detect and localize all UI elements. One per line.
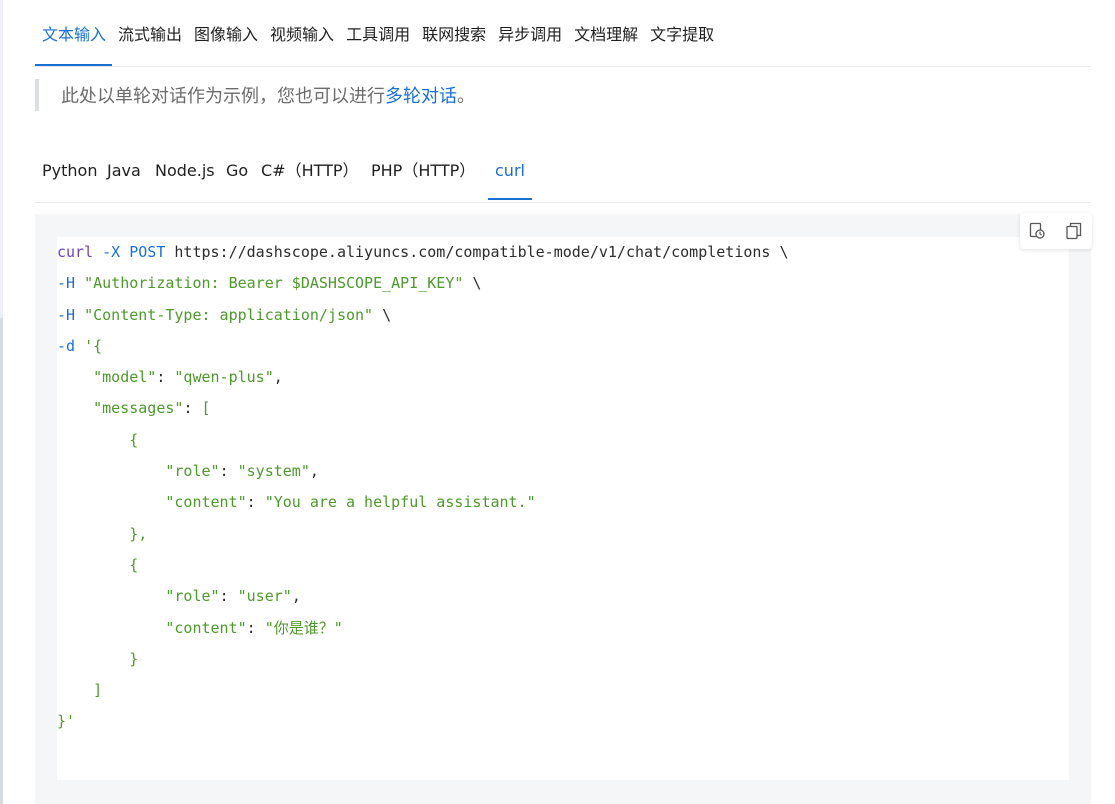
tab-document-understanding[interactable]: 文档理解 bbox=[568, 0, 644, 66]
code-token: '{ bbox=[84, 336, 103, 355]
tab-tool-calling[interactable]: 工具调用 bbox=[340, 0, 416, 66]
code-token: }' bbox=[57, 712, 76, 731]
code-token: POST bbox=[129, 243, 166, 261]
docs-page: 文本输入 流式输出 图像输入 视频输入 工具调用 联网搜索 异步调用 文档理解 … bbox=[0, 0, 1115, 804]
tab-php-http[interactable]: PHP（HTTP） bbox=[371, 148, 475, 200]
copy-button[interactable] bbox=[1064, 221, 1084, 241]
tab-web-search[interactable]: 联网搜索 bbox=[416, 0, 492, 66]
code-toolbar bbox=[1020, 213, 1092, 249]
code-token: , bbox=[309, 462, 319, 481]
code-token: -H bbox=[57, 274, 76, 293]
code-token: "role" bbox=[165, 587, 220, 606]
code-token: \ bbox=[463, 274, 482, 293]
code-token: "Content-Type: application/json" bbox=[84, 305, 374, 324]
info-note-text: 此处以单轮对话作为示例，您也可以进行 bbox=[61, 86, 385, 107]
code-token: "messages" bbox=[93, 399, 184, 418]
tab-go[interactable]: Go bbox=[226, 148, 248, 200]
info-note-suffix: 。 bbox=[457, 86, 475, 107]
code-token: "system" bbox=[237, 462, 310, 481]
code-token: : bbox=[219, 587, 238, 606]
code-token: \ bbox=[373, 305, 392, 324]
tab-text-input[interactable]: 文本输入 bbox=[35, 0, 113, 66]
code-token: : bbox=[246, 493, 265, 512]
code-token: : bbox=[156, 368, 175, 387]
code-token: }, bbox=[129, 524, 148, 543]
tab-csharp-http[interactable]: C#（HTTP） bbox=[261, 148, 359, 200]
code-token: "You are a helpful assistant." bbox=[264, 493, 536, 512]
tab-streaming-output[interactable]: 流式输出 bbox=[112, 0, 188, 66]
scroll-rail-thumb[interactable] bbox=[0, 318, 3, 804]
tab-nodejs[interactable]: Node.js bbox=[155, 148, 215, 200]
code-token: "model" bbox=[93, 368, 157, 387]
code-token: : bbox=[246, 618, 265, 637]
code-token: "content" bbox=[165, 493, 247, 512]
copy-code-button[interactable] bbox=[1028, 221, 1048, 241]
info-note: 此处以单轮对话作为示例，您也可以进行 多轮对话。 bbox=[35, 79, 475, 111]
tab-video-input[interactable]: 视频输入 bbox=[264, 0, 340, 66]
code-block-container: curl -X POST https://dashscope.aliyuncs.… bbox=[35, 214, 1091, 804]
code-token: { bbox=[129, 555, 139, 574]
code-token: ] bbox=[93, 681, 103, 700]
code-token: : bbox=[219, 462, 238, 481]
tab-async-call[interactable]: 异步调用 bbox=[492, 0, 568, 66]
feature-tab-bar: 文本输入 流式输出 图像输入 视频输入 工具调用 联网搜索 异步调用 文档理解 … bbox=[35, 0, 1091, 67]
code-token: curl bbox=[57, 243, 94, 261]
code-token: -H bbox=[57, 305, 76, 324]
code-token: -d bbox=[57, 336, 76, 355]
code-token: , bbox=[273, 368, 283, 387]
left-scroll-rail bbox=[0, 0, 3, 804]
tab-curl[interactable]: curl bbox=[488, 148, 532, 200]
code-token: "content" bbox=[165, 618, 247, 637]
multi-turn-link[interactable]: 多轮对话 bbox=[385, 82, 457, 108]
code-token: "你是谁？" bbox=[264, 618, 343, 637]
code-token: : bbox=[183, 399, 202, 418]
tab-java[interactable]: Java bbox=[107, 148, 141, 200]
code-token: "Authorization: Bearer $DASHSCOPE_API_KE… bbox=[84, 274, 464, 293]
code-token: } bbox=[129, 649, 139, 668]
code-content[interactable]: curl -X POST https://dashscope.aliyuncs.… bbox=[57, 237, 789, 738]
copy-code-icon bbox=[1029, 222, 1045, 239]
code-token: -X bbox=[102, 243, 121, 261]
code-token: "qwen-plus" bbox=[174, 368, 274, 387]
code-token: "role" bbox=[165, 462, 220, 481]
tab-python[interactable]: Python bbox=[42, 148, 97, 200]
code-token: "user" bbox=[237, 587, 292, 606]
copy-icon bbox=[1066, 222, 1082, 240]
code-token: https://dashscope.aliyuncs.com/compatibl… bbox=[174, 243, 789, 261]
code-token: , bbox=[291, 587, 301, 606]
language-tab-bar: Python Java Node.js Go C#（HTTP） PHP（HTTP… bbox=[35, 148, 1091, 203]
code-token: { bbox=[129, 430, 139, 449]
tab-image-input[interactable]: 图像输入 bbox=[188, 0, 264, 66]
code-token: [ bbox=[201, 399, 211, 418]
tab-text-extraction[interactable]: 文字提取 bbox=[644, 0, 720, 66]
